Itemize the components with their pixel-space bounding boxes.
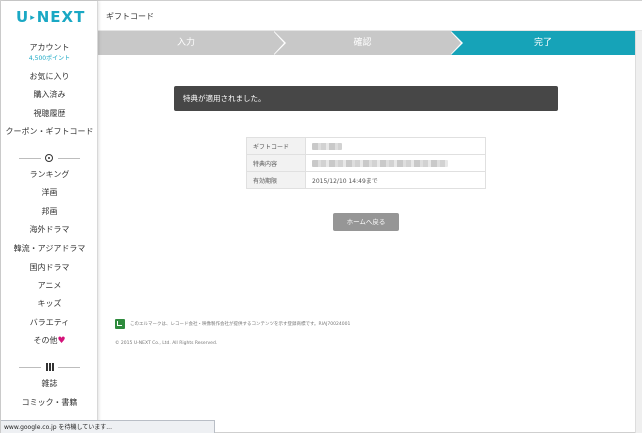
sidebar-item-comics-books[interactable]: コミック・書籍 xyxy=(1,398,98,408)
sidebar-item-kids[interactable]: キッズ xyxy=(1,299,98,309)
copyright: © 2015 U-NEXT Co., Ltd. All Rights Reser… xyxy=(115,341,218,346)
sidebar-item-favorites[interactable]: お気に入り xyxy=(1,72,98,82)
table-row: 特典内容 xyxy=(246,154,486,172)
sidebar: U▸NEXT アカウント 4,500ポイント お気に入り 購入済み 視聴履歴 ク… xyxy=(1,1,98,433)
table-key-gift-code: ギフトコード xyxy=(246,137,306,155)
redacted-value xyxy=(312,142,342,150)
table-value-benefit xyxy=(305,154,486,172)
success-alert: 特典が適用されました。 xyxy=(174,86,558,111)
heart-icon: ♥ xyxy=(57,336,66,346)
video-section-divider xyxy=(1,153,98,163)
gift-code-details-table: ギフトコード 特典内容 有効期限 2015/12/10 14:49まで xyxy=(246,137,486,189)
browser-status-bar: www.google.co.jp を待機しています... xyxy=(1,420,215,433)
sidebar-item-others[interactable]: その他♥ xyxy=(1,336,98,346)
sidebar-item-history[interactable]: 視聴履歴 xyxy=(1,109,98,119)
sidebar-item-account[interactable]: アカウント xyxy=(1,43,98,53)
lmark-icon xyxy=(115,319,125,329)
sidebar-item-anime[interactable]: アニメ xyxy=(1,281,98,291)
page-title: ギフトコード xyxy=(106,12,154,21)
step-input: 入力 xyxy=(98,31,274,55)
table-row: ギフトコード xyxy=(246,137,486,155)
table-key-expiry: 有効期限 xyxy=(246,171,306,189)
sidebar-item-others-label: その他 xyxy=(33,336,58,345)
back-to-home-button[interactable]: ホームへ戻る xyxy=(333,213,399,231)
sidebar-item-ranking[interactable]: ランキング xyxy=(1,170,98,180)
page-header: ギフトコード xyxy=(98,1,642,31)
step-separator-fill xyxy=(273,31,284,55)
table-row: 有効期限 2015/12/10 14:49まで xyxy=(246,171,486,189)
progress-steps: 入力 確認 完了 xyxy=(98,31,635,55)
clock-icon xyxy=(45,154,53,162)
sidebar-item-western-movies[interactable]: 洋画 xyxy=(1,188,98,198)
table-value-expiry: 2015/12/10 14:49まで xyxy=(305,171,486,189)
scrollbar-track[interactable] xyxy=(635,31,642,433)
table-key-benefit: 特典内容 xyxy=(246,154,306,172)
sidebar-item-magazines[interactable]: 雑誌 xyxy=(1,379,98,389)
step-complete: 完了 xyxy=(451,31,635,55)
sidebar-item-variety[interactable]: バラエティ xyxy=(1,318,98,328)
books-icon xyxy=(46,363,54,371)
books-section-divider xyxy=(1,362,98,372)
step-separator-fill xyxy=(450,31,461,55)
sidebar-item-overseas-drama[interactable]: 海外ドラマ xyxy=(1,225,98,235)
points-balance: 4,500ポイント xyxy=(28,55,71,62)
unext-logo[interactable]: U▸NEXT xyxy=(16,8,85,26)
sidebar-item-domestic-drama[interactable]: 国内ドラマ xyxy=(1,263,98,273)
table-value-gift-code xyxy=(305,137,486,155)
sidebar-item-japanese-movies[interactable]: 邦画 xyxy=(1,207,98,217)
redacted-value xyxy=(312,159,448,167)
step-confirm: 確認 xyxy=(274,31,451,55)
sidebar-item-purchased[interactable]: 購入済み xyxy=(1,90,98,100)
sidebar-item-coupon-giftcode[interactable]: クーポン・ギフトコード xyxy=(1,127,98,137)
sidebar-item-asian-drama[interactable]: 韓流・アジアドラマ xyxy=(1,244,98,254)
lmark-note: このエルマークは、レコード会社・映像製作会社が提供するコンテンツを示す登録商標で… xyxy=(130,322,351,327)
logo-arrow-icon: ▸ xyxy=(30,13,36,23)
